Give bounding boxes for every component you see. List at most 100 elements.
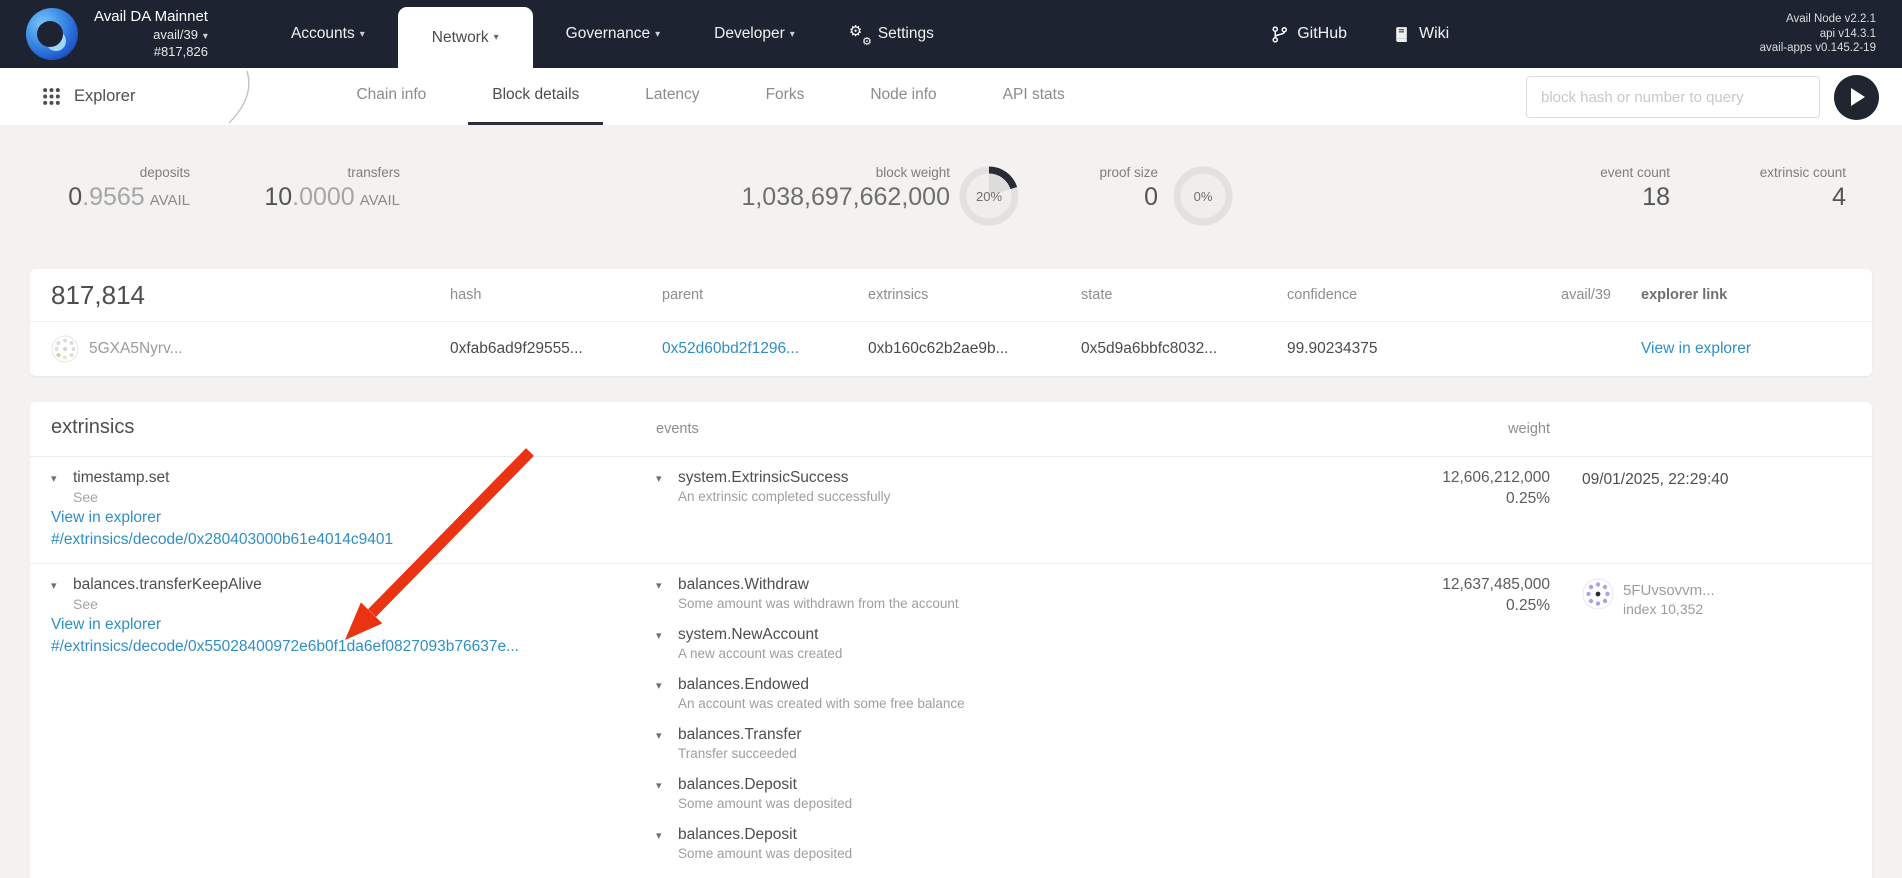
summary-event-count: event count 18 — [1600, 165, 1670, 212]
extrinsic-weight: 12,606,212,000 — [1290, 469, 1550, 487]
decode-extrinsic-link[interactable]: #/extrinsics/decode/0x55028400972e6b0f1d… — [51, 638, 656, 656]
book-icon — [1393, 26, 1410, 43]
extrinsic-weight: 12,637,485,000 — [1290, 576, 1550, 594]
chain-name: Avail DA Mainnet — [94, 8, 208, 27]
extrinsic-timestamp: 09/01/2025, 22:29:40 — [1582, 471, 1729, 488]
col-state: state — [1081, 287, 1287, 303]
parent-hash-link[interactable]: 0x52d60bd2f1296... — [662, 340, 799, 357]
app-picker[interactable]: Explorer — [42, 68, 135, 125]
expand-caret-icon[interactable]: ▾ — [51, 579, 73, 592]
col-confidence: confidence — [1287, 287, 1501, 303]
summary-block-weight: block weight 1,038,697,662,000 — [741, 165, 950, 212]
block-weight-progress-ring: 20% — [958, 165, 1020, 227]
proof-size-percent: 0% — [1172, 165, 1234, 227]
expand-caret-icon[interactable]: ▾ — [656, 679, 678, 692]
view-in-explorer-link[interactable]: View in explorer — [1641, 340, 1751, 357]
menu-governance[interactable]: Governance▾ — [539, 0, 687, 68]
explorer-tabs: Chain info Block details Latency Forks N… — [323, 68, 1097, 125]
view-in-explorer-link[interactable]: View in explorer — [51, 509, 656, 527]
col-extrinsics: extrinsics — [868, 287, 1081, 303]
event-item: ▾balances.Deposit Some amount was deposi… — [656, 776, 1290, 811]
summary-extrinsic-count: extrinsic count 4 — [1760, 165, 1846, 212]
version-info: Avail Node v2.2.1 api v14.3.1 avail-apps… — [1760, 12, 1876, 56]
col-parent: parent — [662, 287, 868, 303]
event-item: ▾balances.Endowed An account was created… — [656, 676, 1290, 711]
block-author-identicon — [51, 335, 79, 363]
expand-caret-icon[interactable]: ▾ — [656, 829, 678, 842]
block-number: 817,814 — [51, 280, 145, 311]
explorer-tabbar: Explorer Chain info Block details Latenc… — [0, 68, 1902, 125]
signer-identicon — [1582, 578, 1614, 610]
tab-api-stats[interactable]: API stats — [979, 68, 1089, 125]
nav-menu: Accounts▾ Network▾ Governance▾ Developer… — [264, 0, 961, 68]
wiki-link[interactable]: Wiki — [1393, 25, 1449, 43]
tab-forks[interactable]: Forks — [742, 68, 829, 125]
chain-info-block: Avail DA Mainnet avail/39▾ #817,826 — [94, 8, 208, 60]
block-search — [1526, 76, 1820, 118]
app-name: Explorer — [74, 87, 135, 106]
event-item: ▾balances.Withdraw Some amount was withd… — [656, 576, 1290, 611]
extrinsic-weight-percent: 0.25% — [1290, 597, 1550, 615]
weight-column-header: weight — [1508, 421, 1550, 437]
avail-logo-icon[interactable] — [26, 8, 78, 60]
proof-size-progress-ring: 0% — [1172, 165, 1234, 227]
state-root: 0x5d9a6bbfc8032... — [1081, 340, 1287, 358]
search-submit-button[interactable] — [1834, 75, 1879, 120]
chevron-down-icon: ▾ — [203, 31, 208, 42]
top-nav: Avail DA Mainnet avail/39▾ #817,826 Acco… — [0, 0, 1902, 68]
block-row: 5GXA5Nyrv... 0xfab6ad9f29555... 0x52d60b… — [30, 322, 1872, 375]
block-hash: 0xfab6ad9f29555... — [450, 340, 662, 358]
block-author-address[interactable]: 5GXA5Nyrv... — [89, 340, 183, 358]
extrinsic-row: ▾balances.transferKeepAlive See View in … — [30, 564, 1872, 876]
expand-caret-icon[interactable]: ▾ — [656, 579, 678, 592]
chevron-down-icon: ▾ — [360, 29, 365, 40]
tab-chain-info[interactable]: Chain info — [332, 68, 450, 125]
chevron-down-icon: ▾ — [494, 32, 499, 43]
expand-caret-icon[interactable]: ▾ — [656, 472, 678, 485]
gear-icon: ⚙⚙ — [849, 25, 869, 43]
api-version: api v14.3.1 — [1760, 27, 1876, 42]
runtime-version[interactable]: avail/39▾ — [94, 27, 208, 44]
menu-network[interactable]: Network▾ — [398, 7, 533, 68]
expand-caret-icon[interactable]: ▾ — [51, 472, 73, 485]
event-item: ▾system.ExtrinsicSuccess An extrinsic co… — [656, 469, 1290, 504]
event-item: ▾balances.Transfer Transfer succeeded — [656, 726, 1290, 761]
col-hash: hash — [450, 287, 662, 303]
tab-node-info[interactable]: Node info — [846, 68, 960, 125]
menu-accounts[interactable]: Accounts▾ — [264, 0, 392, 68]
event-item: ▾balances.Deposit Some amount was deposi… — [656, 826, 1290, 861]
expand-caret-icon[interactable]: ▾ — [656, 729, 678, 742]
apps-version: avail-apps v0.145.2-19 — [1760, 41, 1876, 56]
extrinsic-method: timestamp.set — [73, 469, 169, 486]
extrinsics-card: extrinsics events weight ▾timestamp.set … — [30, 402, 1872, 878]
menu-settings[interactable]: ⚙⚙ Settings — [822, 0, 961, 68]
extrinsic-weight-percent: 0.25% — [1290, 490, 1550, 508]
decode-extrinsic-link[interactable]: #/extrinsics/decode/0x280403000b61e4014c… — [51, 531, 656, 549]
block-table-header: 817,814 hash parent extrinsics state con… — [30, 269, 1872, 322]
extrinsic-sub: See — [73, 596, 656, 612]
extrinsics-title: extrinsics — [51, 416, 134, 439]
events-column-header: events — [656, 421, 699, 437]
grid-icon — [42, 87, 61, 106]
expand-caret-icon[interactable]: ▾ — [656, 779, 678, 792]
nav-external-links: GitHub Wiki — [1271, 25, 1449, 43]
section-divider — [223, 69, 257, 125]
tab-block-details[interactable]: Block details — [468, 68, 603, 125]
extrinsics-root: 0xb160c62b2ae9b... — [868, 340, 1081, 358]
signer-index: index 10,352 — [1623, 601, 1715, 617]
signer-address: 5FUvsovvm... — [1623, 578, 1715, 599]
signer-account[interactable]: 5FUvsovvm... index 10,352 — [1582, 578, 1872, 617]
expand-caret-icon[interactable]: ▾ — [656, 629, 678, 642]
view-in-explorer-link[interactable]: View in explorer — [51, 616, 656, 634]
best-block-number: #817,826 — [94, 44, 208, 60]
col-explorer-link: explorer link — [1611, 287, 1872, 303]
block-search-input[interactable] — [1526, 76, 1820, 118]
menu-developer[interactable]: Developer▾ — [687, 0, 822, 68]
tab-latency[interactable]: Latency — [621, 68, 723, 125]
confidence-value: 99.90234375 — [1287, 340, 1501, 358]
summary-transfers: transfers 10.0000AVAIL — [264, 165, 400, 212]
github-link[interactable]: GitHub — [1271, 25, 1347, 43]
extrinsic-sub: See — [73, 489, 656, 505]
summary-proof-size: proof size 0 — [1099, 165, 1158, 212]
chevron-down-icon: ▾ — [790, 29, 795, 40]
